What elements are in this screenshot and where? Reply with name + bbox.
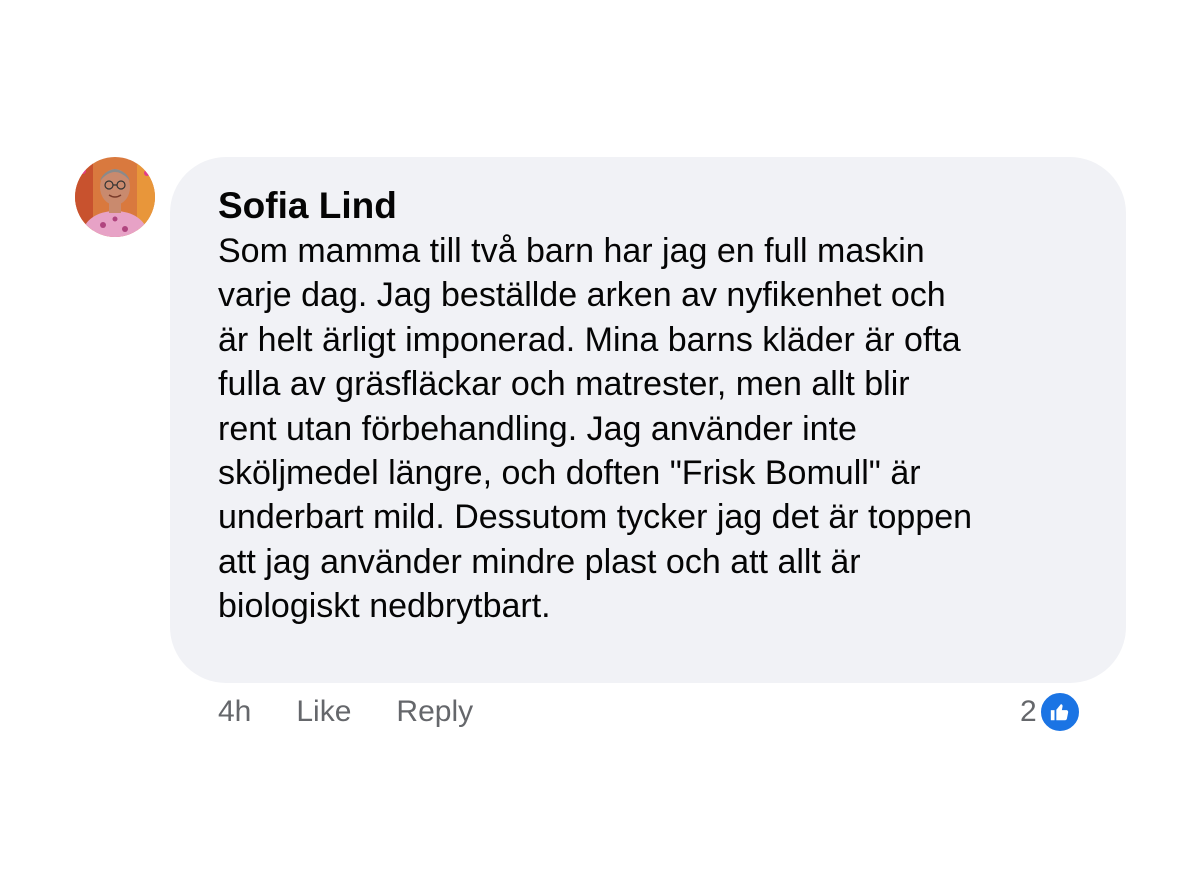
comment-text-line: att jag använder mindre plast och att al… (218, 542, 861, 581)
reaction-count: 2 (1020, 695, 1037, 728)
comment-actions: 4h Like Reply (218, 692, 473, 732)
comment-text-line: biologiskt nedbrytbart. (218, 587, 551, 626)
comment-text-line: rent utan förbehandling. Jag använder in… (218, 409, 857, 448)
comment-text-line: fulla av gräsfläckar och matrester, men … (218, 365, 910, 404)
comment-text-line: varje dag. Jag beställde arken av nyfike… (218, 276, 946, 315)
reaction-summary[interactable]: 2 (1020, 691, 1081, 733)
like-button[interactable]: Like (296, 695, 351, 729)
comment-text-line: sköljmedel längre, och doften "Frisk Bom… (218, 454, 921, 493)
comment-timestamp[interactable]: 4h (218, 695, 251, 729)
comment-text-line: underbart mild. Dessutom tycker jag det … (218, 498, 973, 537)
comment-thread: Sofia Lind Som mamma till två barn har j… (0, 0, 1200, 889)
comment-bubble: Sofia Lind Som mamma till två barn har j… (170, 157, 1126, 683)
avatar[interactable] (75, 157, 155, 237)
comment-text: Som mamma till två barn har jag en full … (218, 229, 1086, 629)
thumbs-up-icon (1038, 691, 1081, 733)
reply-button[interactable]: Reply (396, 695, 473, 729)
comment-text-line: är helt ärligt imponerad. Mina barns klä… (218, 320, 961, 359)
avatar-image (75, 157, 155, 237)
comment-text-line: Som mamma till två barn har jag en full … (218, 232, 925, 270)
comment-author-name[interactable]: Sofia Lind (218, 184, 397, 228)
